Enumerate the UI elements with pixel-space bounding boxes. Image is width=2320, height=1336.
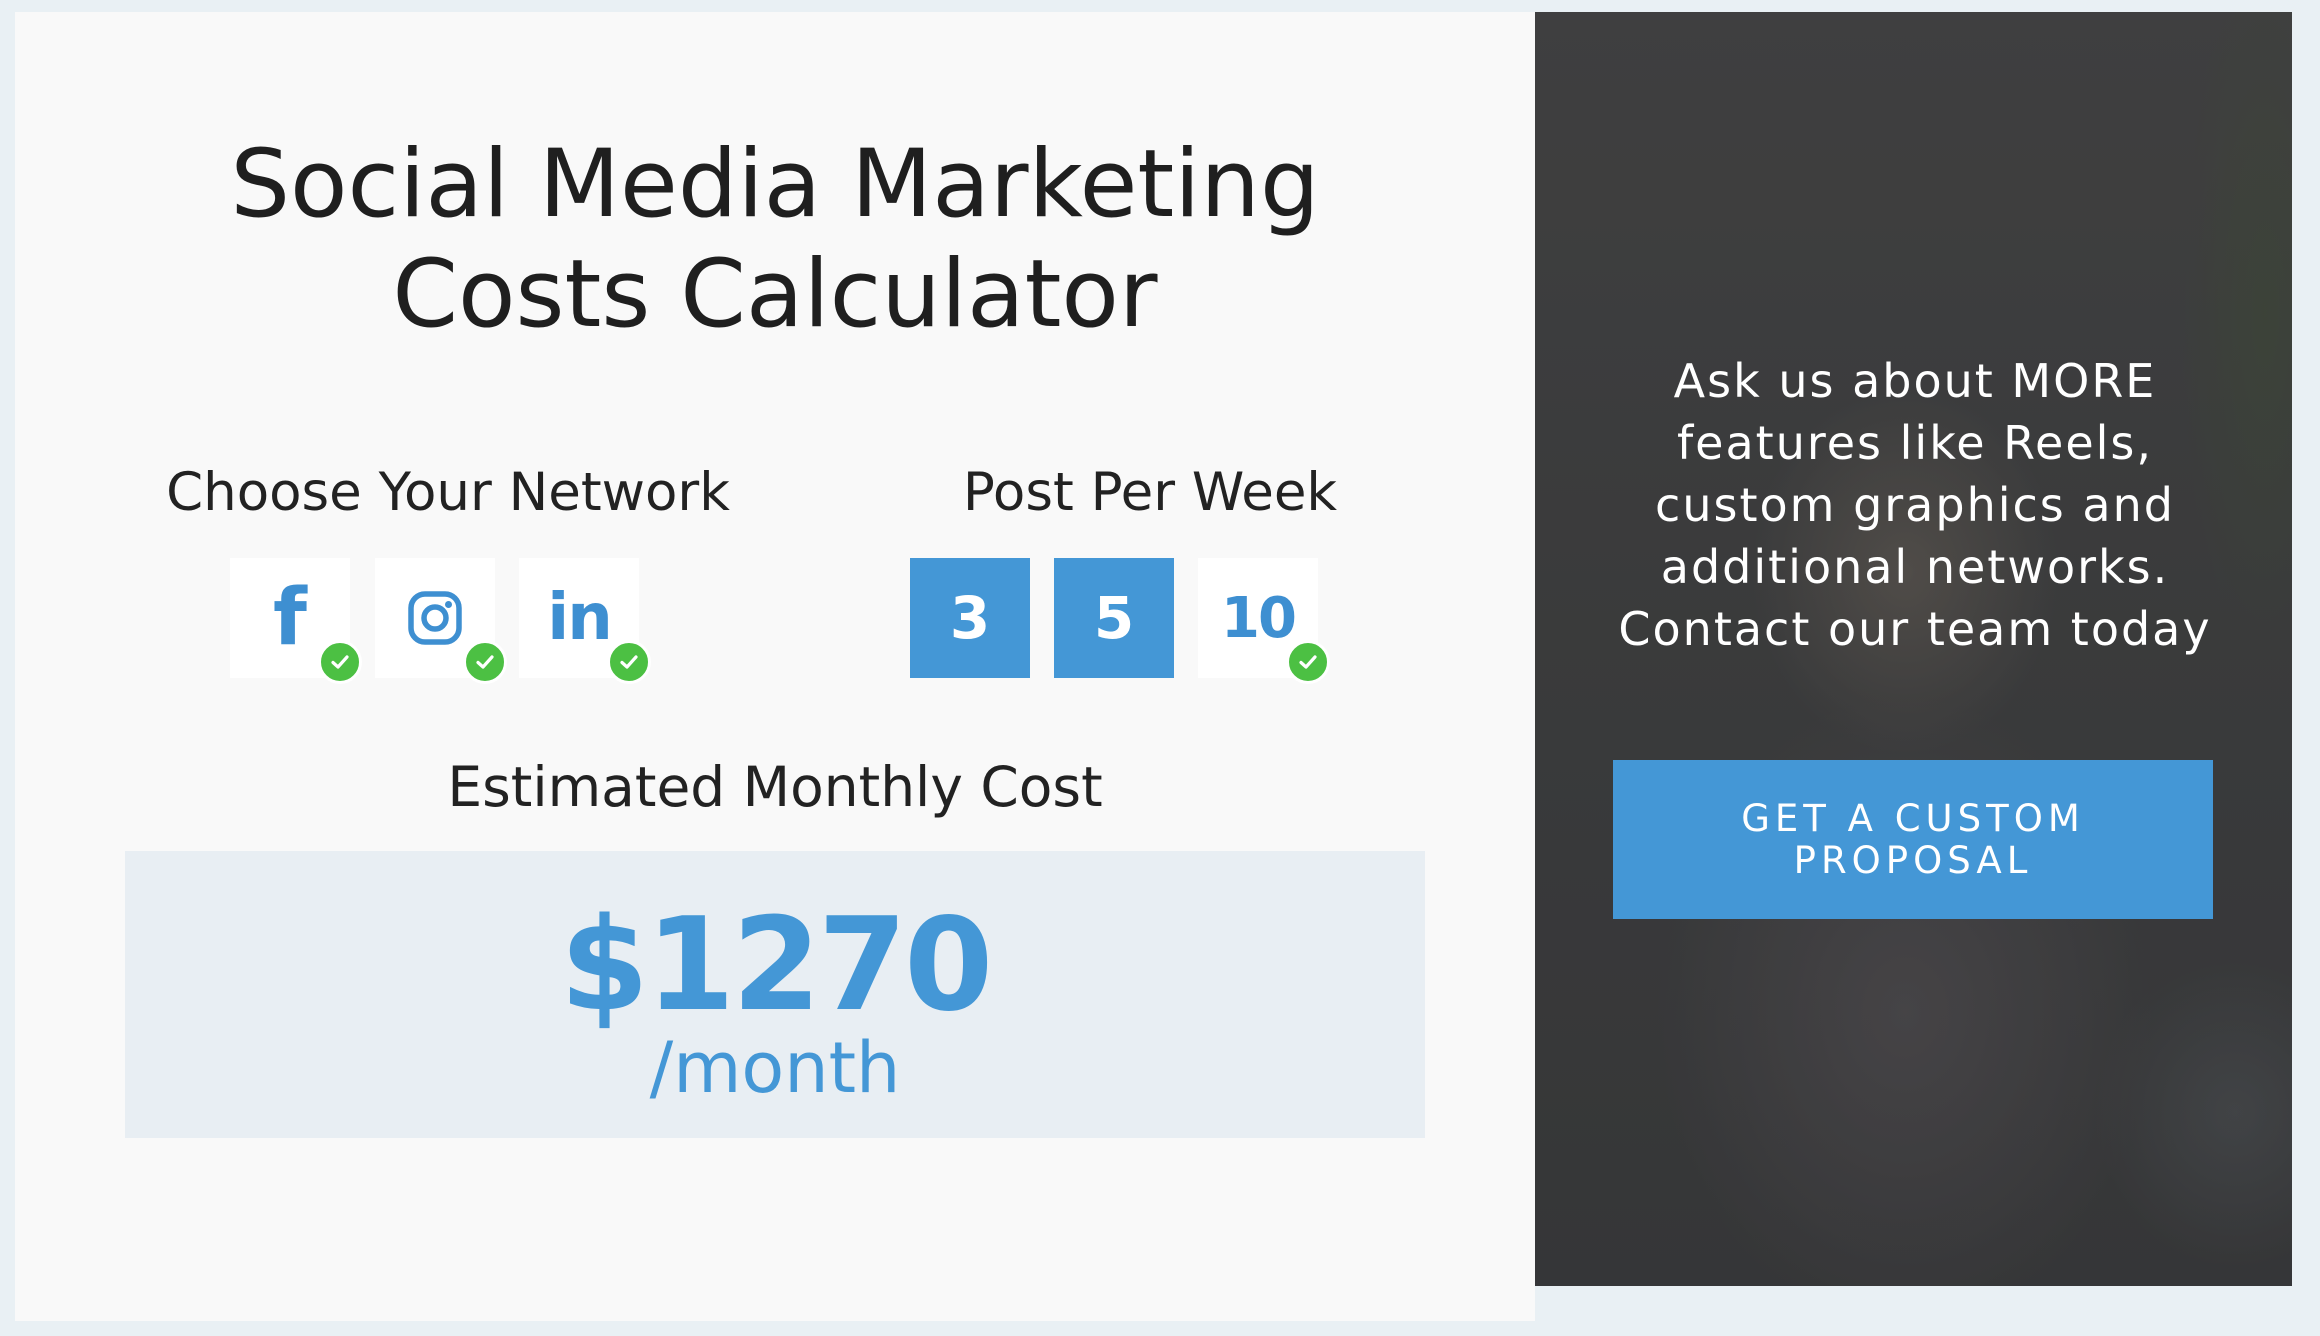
network-option-facebook[interactable]: f bbox=[230, 558, 362, 684]
network-option-instagram[interactable] bbox=[375, 558, 507, 684]
title-line-2: Costs Calculator bbox=[392, 240, 1158, 349]
calculator-title: Social Media Marketing Costs Calculator bbox=[15, 130, 1535, 350]
get-custom-proposal-button[interactable]: GET A CUSTOM PROPOSAL bbox=[1613, 760, 2213, 919]
post-option-5-label: 5 bbox=[1093, 584, 1135, 652]
posts-per-week-label: Post Per Week bbox=[962, 462, 1338, 523]
cost-period: /month bbox=[649, 1027, 901, 1109]
network-option-linkedin[interactable]: in bbox=[519, 558, 651, 684]
check-icon bbox=[463, 640, 507, 684]
check-icon bbox=[1286, 640, 1330, 684]
network-label: Choose Your Network bbox=[166, 462, 730, 523]
cost-amount: $1270 bbox=[559, 891, 993, 1040]
check-icon bbox=[607, 640, 651, 684]
post-option-5[interactable]: 5 bbox=[1054, 558, 1174, 678]
post-option-10[interactable]: 10 bbox=[1198, 558, 1330, 684]
title-line-1: Social Media Marketing bbox=[230, 130, 1320, 239]
post-option-3-label: 3 bbox=[949, 584, 991, 652]
calculator-panel: Social Media Marketing Costs Calculator … bbox=[15, 12, 1535, 1321]
estimated-cost-label: Estimated Monthly Cost bbox=[447, 755, 1103, 819]
promo-panel: Ask us about MORE features like Reels, c… bbox=[1535, 12, 2292, 1286]
post-option-3[interactable]: 3 bbox=[910, 558, 1030, 678]
cost-display: $1270 /month bbox=[125, 851, 1425, 1138]
check-icon bbox=[318, 640, 362, 684]
promo-text: Ask us about MORE features like Reels, c… bbox=[1618, 354, 2212, 656]
